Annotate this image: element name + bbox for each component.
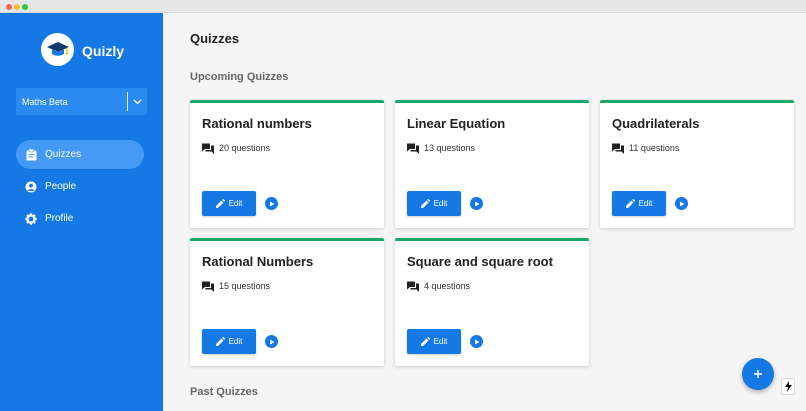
pencil-icon bbox=[420, 199, 430, 208]
forum-icon bbox=[202, 142, 214, 154]
edit-button-label: Edit bbox=[433, 199, 448, 208]
play-icon bbox=[474, 339, 479, 344]
edit-button-label: Edit bbox=[638, 199, 653, 208]
sidebar-item-label: Profile bbox=[45, 213, 74, 224]
class-select[interactable]: Maths Beta bbox=[16, 88, 147, 115]
past-quizzes-heading: Past Quizzes bbox=[190, 386, 258, 398]
edit-button-label: Edit bbox=[228, 199, 243, 208]
question-count: 11 questions bbox=[612, 142, 679, 154]
sidebar-item-label: Quizzes bbox=[45, 149, 82, 160]
quiz-card: Rational Numbers 15 questions Edit bbox=[190, 238, 384, 366]
pencil-icon bbox=[215, 337, 225, 346]
main-content: Quizzes Upcoming Quizzes Rational number… bbox=[163, 13, 806, 411]
question-count-text: 20 questions bbox=[219, 143, 271, 153]
question-count: 20 questions bbox=[202, 142, 270, 154]
sidebar: Quizly Maths Beta Quizzes People Profile bbox=[0, 13, 163, 411]
play-quiz-button[interactable] bbox=[470, 335, 483, 348]
chevron-down-icon[interactable] bbox=[128, 99, 147, 105]
question-count-text: 11 questions bbox=[629, 143, 680, 153]
play-icon bbox=[269, 339, 274, 344]
question-count: 15 questions bbox=[202, 280, 270, 292]
forum-icon bbox=[612, 142, 624, 154]
edit-quiz-button[interactable]: Edit bbox=[407, 329, 461, 354]
question-count: 13 questions bbox=[407, 142, 475, 154]
question-count-text: 15 questions bbox=[219, 281, 271, 291]
forum-icon bbox=[407, 142, 419, 154]
quiz-title: Square and square root bbox=[407, 254, 553, 269]
add-quiz-button[interactable] bbox=[742, 358, 774, 390]
edit-quiz-button[interactable]: Edit bbox=[202, 191, 256, 216]
play-quiz-button[interactable] bbox=[265, 335, 278, 348]
edit-quiz-button[interactable]: Edit bbox=[202, 329, 256, 354]
quiz-title: Quadrilaterals bbox=[612, 116, 700, 131]
person-icon bbox=[25, 181, 37, 193]
app-name: Quizly bbox=[82, 43, 125, 59]
class-select-value: Maths Beta bbox=[22, 96, 68, 107]
pencil-icon bbox=[625, 199, 635, 208]
quiz-card: Quadrilaterals 11 questions Edit bbox=[600, 100, 794, 228]
quiz-title: Linear Equation bbox=[407, 116, 506, 131]
sidebar-item-profile[interactable]: Profile bbox=[16, 204, 144, 233]
window-close-button[interactable] bbox=[6, 4, 12, 10]
graduation-cap-logo-icon[interactable] bbox=[41, 33, 74, 66]
quiz-title: Rational Numbers bbox=[202, 254, 314, 269]
pencil-icon bbox=[420, 337, 430, 346]
forum-icon bbox=[407, 280, 419, 292]
window-titlebar bbox=[0, 0, 806, 13]
play-quiz-button[interactable] bbox=[675, 197, 688, 210]
edit-button-label: Edit bbox=[228, 337, 243, 346]
gear-icon bbox=[25, 212, 37, 225]
pencil-icon bbox=[215, 199, 225, 208]
sidebar-item-label: People bbox=[45, 181, 77, 192]
play-icon bbox=[269, 201, 274, 206]
lightning-bolt-icon[interactable] bbox=[781, 378, 795, 395]
window-maximize-button[interactable] bbox=[22, 4, 28, 10]
upcoming-quizzes-heading: Upcoming Quizzes bbox=[190, 71, 289, 83]
question-count: 4 questions bbox=[407, 280, 470, 292]
question-count-text: 13 questions bbox=[424, 143, 476, 153]
edit-quiz-button[interactable]: Edit bbox=[612, 191, 666, 216]
play-icon bbox=[474, 201, 479, 206]
plus-icon bbox=[754, 370, 762, 378]
question-count-text: 4 questions bbox=[424, 281, 471, 291]
play-quiz-button[interactable] bbox=[265, 197, 278, 210]
sidebar-item-quizzes[interactable]: Quizzes bbox=[16, 140, 144, 169]
forum-icon bbox=[202, 280, 214, 292]
play-icon bbox=[679, 201, 684, 206]
sidebar-item-people[interactable]: People bbox=[16, 172, 144, 201]
quiz-card: Rational numbers 20 questions Edit bbox=[190, 100, 384, 228]
play-quiz-button[interactable] bbox=[470, 197, 483, 210]
quiz-card: Square and square root 4 questions Edit bbox=[395, 238, 589, 366]
quiz-title: Rational numbers bbox=[202, 116, 312, 131]
clipboard-icon bbox=[25, 148, 37, 161]
edit-quiz-button[interactable]: Edit bbox=[407, 191, 461, 216]
window-minimize-button[interactable] bbox=[14, 4, 20, 10]
page-title: Quizzes bbox=[190, 31, 240, 46]
edit-button-label: Edit bbox=[433, 337, 448, 346]
quiz-card: Linear Equation 13 questions Edit bbox=[395, 100, 589, 228]
